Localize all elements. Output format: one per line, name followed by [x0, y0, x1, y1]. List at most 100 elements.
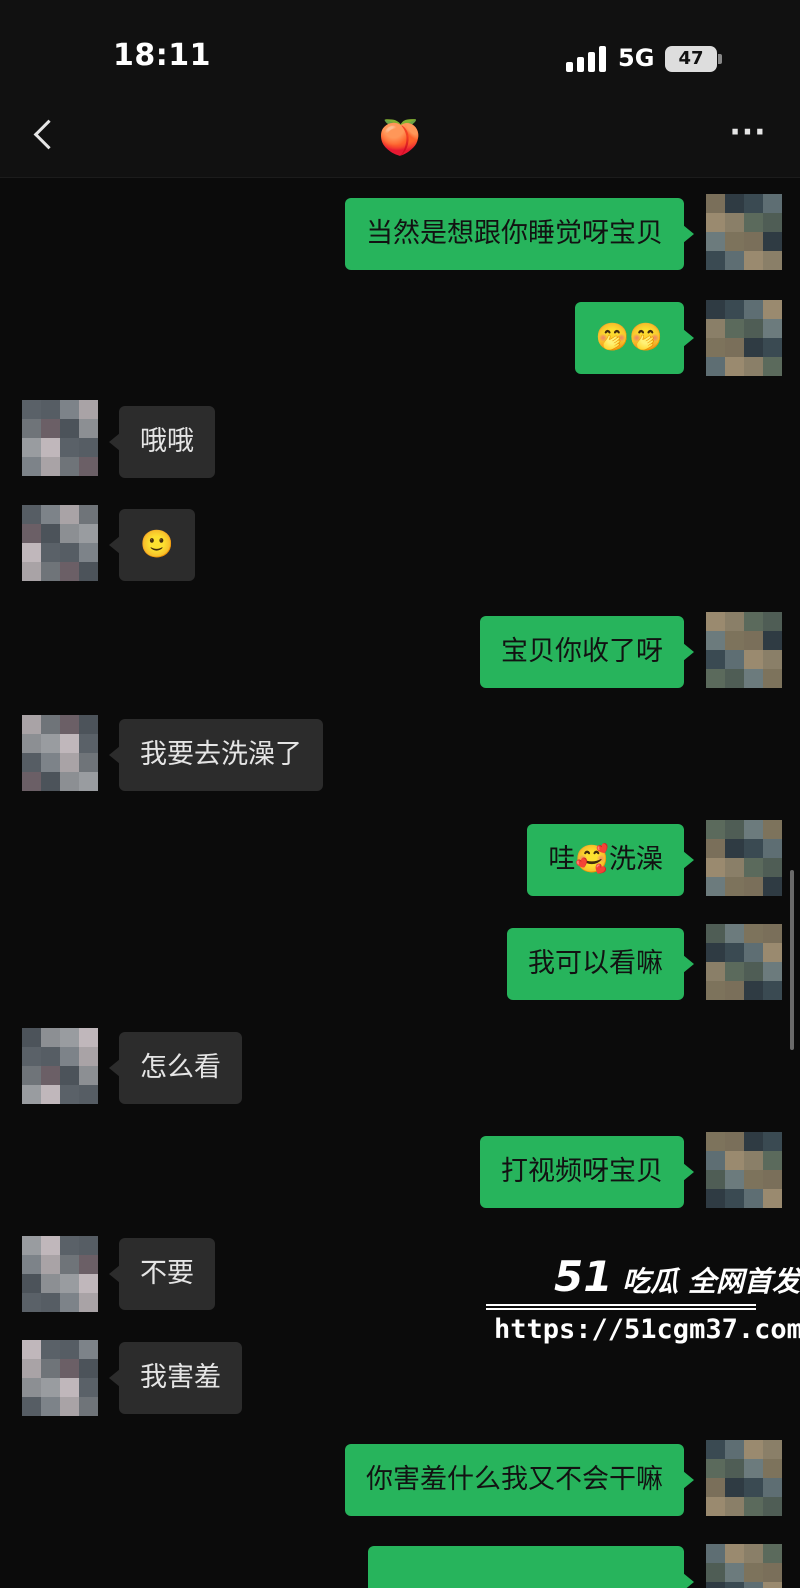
avatar-tile — [41, 1378, 60, 1397]
message-bubble[interactable]: 我害羞 — [109, 1342, 242, 1414]
avatar-tile — [22, 505, 41, 524]
avatar-tile — [22, 457, 41, 476]
avatar-tile — [763, 357, 782, 376]
avatar[interactable] — [706, 1132, 782, 1208]
avatar-tile — [41, 524, 60, 543]
avatar-tile — [706, 194, 725, 213]
avatar-tile — [22, 1047, 41, 1066]
avatar[interactable] — [706, 820, 782, 896]
message-bubble[interactable]: 🤭🤭 — [574, 302, 695, 374]
chat-header: 🍑 ··· — [0, 100, 800, 178]
avatar-tile — [22, 1028, 41, 1047]
avatar-tile — [60, 562, 79, 581]
avatar-tile — [60, 1255, 79, 1274]
avatar-tile — [706, 1544, 725, 1563]
avatar[interactable] — [706, 1440, 782, 1516]
avatar[interactable] — [706, 194, 782, 270]
avatar-tile — [744, 650, 763, 669]
avatar-tile — [744, 962, 763, 981]
avatar-tile — [763, 1478, 782, 1497]
avatar-tile — [79, 1359, 98, 1378]
message-bubble[interactable]: 怎么看 — [109, 1032, 242, 1104]
message-bubble-partial[interactable] — [368, 1546, 694, 1588]
avatar-tile — [706, 357, 725, 376]
avatar-tile — [763, 962, 782, 981]
status-bar: 18:11 5G 47 — [0, 0, 800, 100]
avatar-tile — [22, 524, 41, 543]
avatar-tile — [41, 419, 60, 438]
avatar-tile — [60, 457, 79, 476]
avatar-tile — [79, 457, 98, 476]
avatar-tile — [41, 1359, 60, 1378]
scrollbar[interactable] — [790, 870, 794, 1050]
avatar-tile — [763, 1170, 782, 1189]
avatar-tile — [60, 1085, 79, 1104]
avatar-tile — [725, 319, 744, 338]
avatar[interactable] — [706, 300, 782, 376]
avatar-tile — [744, 981, 763, 1000]
avatar-tile — [763, 981, 782, 1000]
avatar-tile — [744, 1497, 763, 1516]
avatar-tile — [22, 1066, 41, 1085]
avatar-tile — [60, 438, 79, 457]
avatar-tile — [60, 753, 79, 772]
avatar-tile — [744, 1544, 763, 1563]
avatar-tile — [60, 1293, 79, 1312]
avatar-tile — [22, 1340, 41, 1359]
message-bubble[interactable]: 我要去洗澡了 — [109, 719, 323, 791]
avatar[interactable] — [706, 612, 782, 688]
back-icon[interactable] — [26, 114, 66, 158]
avatar-tile — [763, 924, 782, 943]
avatar-tile — [744, 357, 763, 376]
avatar[interactable] — [706, 924, 782, 1000]
avatar-tile — [725, 357, 744, 376]
avatar[interactable] — [22, 400, 98, 476]
avatar-tile — [41, 734, 60, 753]
message-bubble[interactable]: 当然是想跟你睡觉呀宝贝 — [345, 198, 694, 270]
avatar-tile — [706, 1440, 725, 1459]
avatar-tile — [706, 1497, 725, 1516]
avatar-tile — [744, 300, 763, 319]
avatar[interactable] — [22, 1028, 98, 1104]
message-bubble[interactable]: 哦哦 — [109, 406, 215, 478]
avatar-tile — [763, 251, 782, 270]
avatar[interactable] — [22, 715, 98, 791]
avatar[interactable] — [22, 505, 98, 581]
avatar-tile — [744, 1582, 763, 1588]
avatar-tile — [725, 1440, 744, 1459]
avatar-tile — [725, 981, 744, 1000]
message-bubble[interactable]: 哇🥰洗澡 — [527, 824, 694, 896]
avatar-tile — [706, 1151, 725, 1170]
more-options-icon[interactable]: ··· — [728, 118, 768, 152]
avatar-tile — [706, 1582, 725, 1588]
avatar-tile — [41, 1255, 60, 1274]
avatar-tile — [79, 1085, 98, 1104]
avatar-tile — [60, 543, 79, 562]
avatar[interactable] — [22, 1236, 98, 1312]
avatar[interactable] — [706, 1544, 782, 1588]
avatar-tile — [22, 400, 41, 419]
avatar-tile — [41, 1028, 60, 1047]
avatar-tile — [22, 562, 41, 581]
avatar-tile — [60, 419, 79, 438]
avatar-tile — [60, 524, 79, 543]
avatar-tile — [60, 1028, 79, 1047]
avatar[interactable] — [22, 1340, 98, 1416]
avatar-tile — [744, 1440, 763, 1459]
avatar-tile — [725, 962, 744, 981]
avatar-tile — [725, 650, 744, 669]
message-bubble[interactable]: 打视频呀宝贝 — [480, 1136, 694, 1208]
avatar-tile — [725, 251, 744, 270]
avatar-tile — [706, 1132, 725, 1151]
message-bubble[interactable]: 不要 — [109, 1238, 215, 1310]
avatar-tile — [744, 338, 763, 357]
avatar-tile — [22, 1085, 41, 1104]
message-bubble[interactable]: 🙂 — [109, 509, 195, 581]
avatar-tile — [41, 562, 60, 581]
avatar-tile — [763, 1440, 782, 1459]
avatar-tile — [725, 1189, 744, 1208]
message-bubble[interactable]: 你害羞什么我又不会干嘛 — [345, 1444, 694, 1516]
message-bubble[interactable]: 我可以看嘛 — [507, 928, 694, 1000]
message-bubble[interactable]: 宝贝你收了呀 — [480, 616, 694, 688]
avatar-tile — [763, 1582, 782, 1588]
